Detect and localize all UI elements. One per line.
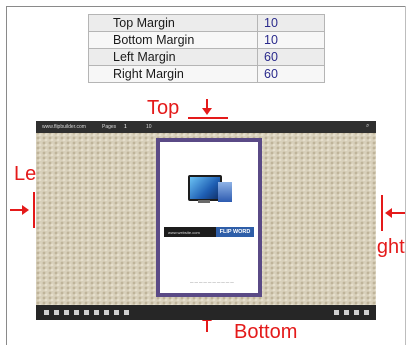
sound-icon[interactable] — [114, 310, 119, 315]
frame-border-left — [6, 6, 7, 345]
viewer-site-link[interactable]: www.flipbuilder.com — [42, 124, 86, 130]
monitor-stand — [198, 200, 210, 203]
setting-value[interactable]: 10 — [257, 14, 325, 32]
toc-icon[interactable] — [54, 310, 59, 315]
top-margin-line — [188, 117, 228, 119]
software-box-icon — [218, 182, 232, 202]
bookmark-icon[interactable] — [64, 310, 69, 315]
setting-value[interactable]: 60 — [257, 65, 325, 83]
next-page-icon[interactable] — [354, 310, 359, 315]
book-page-content: www.website.com FLIP WORD — — — — — — — … — [160, 142, 258, 293]
margin-settings-table: Top Margin 10 Bottom Margin 10 Left Marg… — [88, 14, 325, 83]
viewer-pages-label: Pages — [102, 124, 117, 130]
viewer-toolbar-top: www.flipbuilder.com Pages 1 10 ⌕ — [36, 121, 376, 133]
table-row: Bottom Margin 10 — [88, 31, 325, 49]
table-row: Right Margin 60 — [88, 65, 325, 83]
bottom-annotation-label: Bottom — [234, 321, 298, 343]
page-footer-text: — — — — — — — — — — — [190, 280, 234, 284]
right-margin-line — [381, 195, 383, 231]
viewer-page-total: 10 — [146, 124, 152, 130]
viewer-page-number[interactable]: 1 — [124, 124, 127, 130]
book-page: www.website.com FLIP WORD — — — — — — — … — [156, 138, 262, 297]
bottom-arrow-line — [206, 320, 208, 332]
setting-name: Bottom Margin — [88, 31, 258, 49]
setting-value[interactable]: 10 — [257, 31, 325, 49]
table-row: Left Margin 60 — [88, 48, 325, 66]
setting-value[interactable]: 60 — [257, 48, 325, 66]
top-annotation-label: Top — [147, 97, 180, 119]
top-arrow-icon — [202, 108, 212, 115]
monitor-icon — [188, 175, 222, 201]
banner-brand: FLIP WORD — [216, 227, 254, 237]
banner-url: www.website.com — [168, 230, 200, 235]
viewer-toolbar-bottom — [36, 305, 376, 320]
left-margin-line — [33, 192, 35, 228]
table-row: Top Margin 10 — [88, 14, 325, 32]
share-icon[interactable] — [84, 310, 89, 315]
zoom-out-icon[interactable] — [104, 310, 109, 315]
right-arrow-line — [391, 212, 405, 214]
first-page-icon[interactable] — [334, 310, 339, 315]
print-icon[interactable] — [74, 310, 79, 315]
prev-page-icon[interactable] — [344, 310, 349, 315]
setting-name: Top Margin — [88, 14, 258, 32]
flipbook-viewer-preview: www.flipbuilder.com Pages 1 10 ⌕ www.web… — [36, 121, 376, 320]
search-icon[interactable]: ⌕ — [366, 123, 369, 130]
frame-border-right — [405, 6, 406, 345]
zoom-in-icon[interactable] — [94, 310, 99, 315]
thumbnails-icon[interactable] — [44, 310, 49, 315]
page-banner: www.website.com FLIP WORD — [164, 227, 254, 237]
setting-name: Right Margin — [88, 65, 258, 83]
left-arrow-icon — [22, 205, 29, 215]
setting-name: Left Margin — [88, 48, 258, 66]
last-page-icon[interactable] — [364, 310, 369, 315]
fullscreen-icon[interactable] — [124, 310, 129, 315]
frame-border-top — [6, 6, 406, 7]
